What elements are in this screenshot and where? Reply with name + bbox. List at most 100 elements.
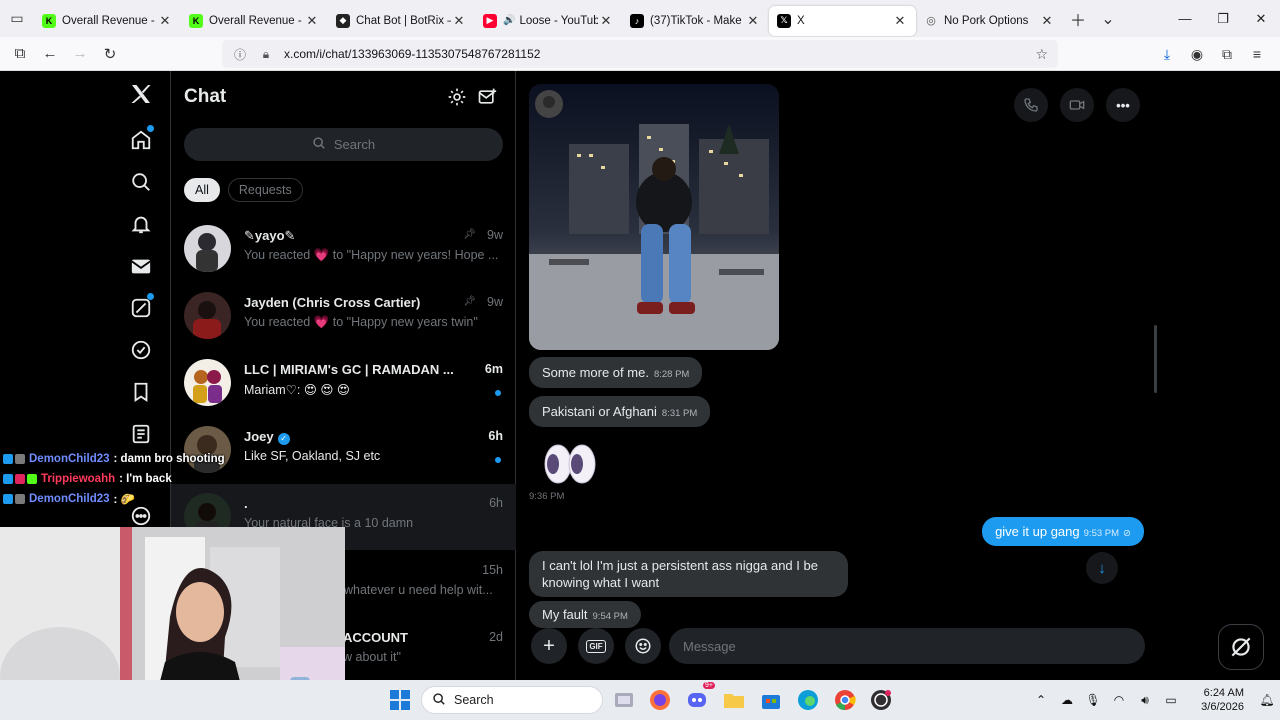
new-message-icon[interactable] <box>477 87 499 109</box>
window-close-button[interactable]: ✕ <box>1242 0 1280 37</box>
close-icon[interactable]: ✕ <box>304 13 320 29</box>
grok-button[interactable] <box>1218 624 1264 670</box>
edge-icon[interactable] <box>794 686 822 714</box>
gif-button[interactable]: GIF <box>578 628 614 664</box>
obs-icon[interactable] <box>867 686 895 714</box>
reload-button[interactable]: ↻ <box>95 39 125 69</box>
articles-icon[interactable] <box>126 419 156 449</box>
gear-icon[interactable] <box>447 87 469 109</box>
chat-message: : damn bro shooting <box>113 453 225 465</box>
message-bubble-incoming[interactable]: Some more of me. 8:28 PM <box>529 357 703 388</box>
close-icon[interactable]: ✕ <box>1039 13 1055 29</box>
notifications-bell-icon[interactable]: 🔔︎ <box>1254 693 1280 707</box>
close-icon[interactable]: ✕ <box>745 13 761 29</box>
tab-youtube[interactable]: ▶ 🔊 Loose - YouTube ✕ <box>475 6 622 36</box>
video-icon[interactable] <box>1060 88 1094 122</box>
minimize-button[interactable]: — <box>1166 0 1204 37</box>
taskbar-search[interactable]: Search <box>421 686 603 714</box>
tab-x[interactable]: 𝕏 X ✕ <box>769 5 916 36</box>
new-tab-button[interactable]: ＋ <box>1063 0 1093 37</box>
back-button[interactable]: ← <box>35 39 65 69</box>
close-icon[interactable]: ✕ <box>892 13 908 29</box>
conversation-item[interactable]: Joey ✓ 6h Like SF, Oakland, SJ etc <box>171 417 516 483</box>
explore-icon[interactable] <box>126 167 156 197</box>
url-text[interactable]: x.com/i/chat/133963069-11353075487672811… <box>284 47 1035 61</box>
filter-requests[interactable]: Requests <box>227 178 303 202</box>
site-info-icon[interactable]: ⓘ <box>232 46 248 63</box>
microphone-icon[interactable]: 🎙︎ <box>1080 693 1106 707</box>
microsoft-store-icon[interactable] <box>757 686 785 714</box>
downloads-icon[interactable]: ⤓ <box>1152 40 1182 68</box>
bookmark-star-icon[interactable]: ☆ <box>1035 46 1048 63</box>
add-attachment-button[interactable]: + <box>531 628 567 664</box>
task-view-icon[interactable] <box>610 686 638 714</box>
messages-icon[interactable] <box>126 251 156 281</box>
extensions-icon[interactable]: ⧉ <box>1212 40 1242 68</box>
message-bubble-incoming[interactable]: Pakistani or Afghani 8:31 PM <box>529 396 711 427</box>
notification-dot <box>147 125 154 132</box>
phone-icon[interactable] <box>1014 88 1048 122</box>
chat-badges <box>3 454 25 464</box>
kick-icon: K <box>189 13 203 28</box>
windows-start-icon[interactable] <box>386 686 414 714</box>
speaker-icon[interactable]: 🔊 <box>503 15 515 26</box>
volume-icon[interactable]: 🔊︎ <box>1132 693 1158 708</box>
filter-all[interactable]: All <box>184 178 220 202</box>
tab-list-icon[interactable]: ▭ <box>0 0 34 37</box>
sidebar-toggle-icon[interactable]: ⧉ <box>5 39 35 69</box>
shared-photo[interactable] <box>529 84 779 350</box>
close-icon[interactable]: ✕ <box>451 13 467 29</box>
chevron-down-icon[interactable]: ⌄ <box>1093 0 1123 37</box>
firefox-icon[interactable] <box>646 686 674 714</box>
onedrive-icon[interactable]: ☁ <box>1054 693 1080 707</box>
account-icon[interactable]: ◉ <box>1182 40 1212 68</box>
grok-icon[interactable] <box>126 293 156 323</box>
conversation-item[interactable]: ✎yayo✎ 📌︎ 9w You reacted 💗 to "Happy new… <box>171 216 516 282</box>
restore-button[interactable]: ❐ <box>1204 0 1242 37</box>
conversation-item[interactable]: LLC | MIRIAM's GC | RAMADAN ... 6m Maria… <box>171 350 516 416</box>
search-input[interactable]: Search <box>184 128 503 161</box>
file-explorer-icon[interactable] <box>720 686 748 714</box>
x-logo-icon[interactable] <box>126 79 156 109</box>
eyes-emoji-icon[interactable] <box>542 443 598 485</box>
close-icon[interactable]: ✕ <box>157 13 173 29</box>
conversation-preview: Like SF, Oakland, SJ etc <box>244 449 381 463</box>
message-bubble-outgoing[interactable]: give it up gang 9:53 PM ⊘ <box>982 517 1144 546</box>
conversation-item[interactable]: Jayden (Chris Cross Cartier) 📌︎ 9w You r… <box>171 283 516 349</box>
browser-nav-bar: ⧉ ← → ↻ ⓘ 🔒︎ x.com/i/chat/133963069-1135… <box>0 37 1280 71</box>
scroll-down-arrow-icon[interactable]: ↓ <box>1086 552 1118 584</box>
scrollbar[interactable] <box>1154 325 1157 393</box>
wifi-icon[interactable]: ◠ <box>1106 693 1132 707</box>
search-icon <box>312 136 326 153</box>
battery-icon[interactable]: ▭ <box>1158 693 1184 707</box>
message-input[interactable] <box>669 628 1145 664</box>
conversation-time: 6h <box>488 429 503 443</box>
tab-kick-revenue-1[interactable]: K Overall Revenue - Kick ✕ <box>34 6 181 36</box>
page-title: Chat <box>184 86 227 107</box>
windows-taskbar: Search 9+ ⌃ ☁ 🎙︎ ◠ 🔊︎ ▭ 6:24 AM 3/6/2026… <box>0 680 1280 720</box>
url-bar[interactable]: ⓘ 🔒︎ x.com/i/chat/133963069-113530754876… <box>222 40 1058 68</box>
read-receipt-icon: ⊘ <box>1123 528 1131 539</box>
tab-kick-revenue-2[interactable]: K Overall Revenue - Kick ✕ <box>181 6 328 36</box>
conversation-preview: Mariam♡: 😍 😍 😍 <box>244 383 350 397</box>
clock[interactable]: 6:24 AM 3/6/2026 <box>1184 686 1244 714</box>
bookmarks-icon[interactable] <box>126 377 156 407</box>
menu-icon[interactable]: ≡ <box>1242 40 1272 68</box>
forward-button[interactable]: → <box>65 39 95 69</box>
more-options-icon[interactable]: ••• <box>1106 88 1140 122</box>
discord-icon[interactable]: 9+ <box>683 682 715 714</box>
close-icon[interactable]: ✕ <box>598 13 614 29</box>
verified-orgs-icon[interactable] <box>126 335 156 365</box>
tab-botrix[interactable]: ◆ Chat Bot | BotRix — Cl ✕ <box>328 6 475 36</box>
message-bubble-incoming[interactable]: I can't lol I'm just a persistent ass ni… <box>529 551 848 597</box>
conversation-panel: ••• Some more of me. 8:28 PM Pakistani or… <box>516 71 1156 680</box>
tab-tiktok[interactable]: ♪ (37)TikTok - Make Your ✕ <box>622 6 769 36</box>
notifications-icon[interactable] <box>126 209 156 239</box>
chrome-icon[interactable] <box>831 686 859 714</box>
chevron-up-icon[interactable]: ⌃ <box>1028 693 1054 707</box>
tab-no-pork[interactable]: ◎ No Pork Options ✕ <box>916 6 1063 36</box>
search-placeholder: Search <box>333 137 376 152</box>
conversation-actions: ••• <box>1014 88 1140 122</box>
home-icon[interactable] <box>126 125 156 155</box>
emoji-button[interactable] <box>625 628 661 664</box>
